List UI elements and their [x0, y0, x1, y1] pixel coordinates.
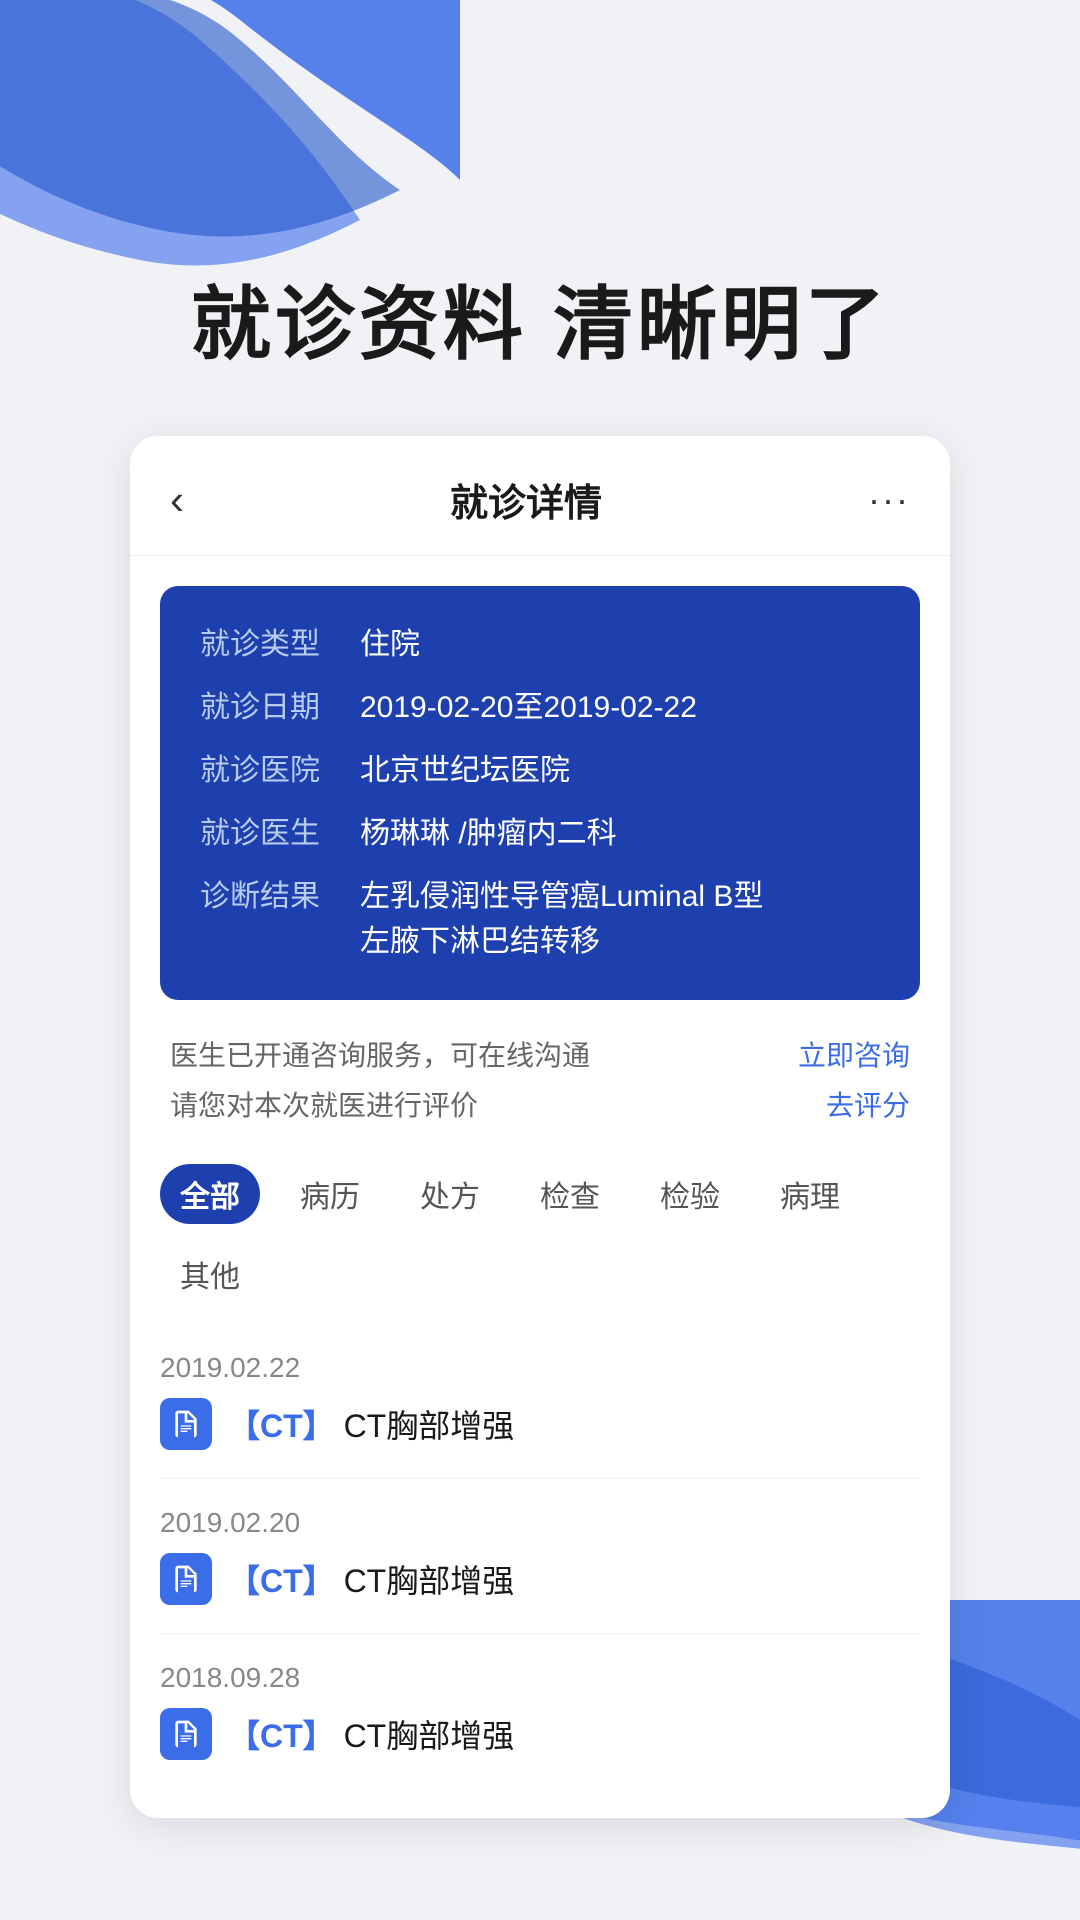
more-button[interactable]: ···: [868, 479, 910, 521]
document-icon: [160, 1553, 212, 1605]
info-label: 诊断结果: [200, 874, 360, 919]
record-text: 【CT】 CT胸部增强: [228, 1711, 514, 1757]
info-value: 杨琳琳 /肿瘤内二科: [360, 811, 880, 856]
page-content: 就诊资料 清晰明了 ‹ 就诊详情 ··· 就诊类型住院就诊日期2019-02-2…: [0, 0, 1080, 1818]
document-icon: [160, 1708, 212, 1760]
tab-其他[interactable]: 其他: [160, 1244, 260, 1304]
record-item[interactable]: 【CT】 CT胸部增强: [160, 1398, 920, 1450]
main-card: ‹ 就诊详情 ··· 就诊类型住院就诊日期2019-02-20至2019-02-…: [130, 436, 950, 1818]
records-list: 2019.02.22 【CT】 CT胸部增强2019.02.20 【CT】 CT…: [130, 1314, 950, 1798]
info-value: 北京世纪坛医院: [360, 748, 880, 793]
info-label: 就诊类型: [200, 622, 360, 667]
record-text: 【CT】 CT胸部增强: [228, 1556, 514, 1602]
tab-全部[interactable]: 全部: [160, 1164, 260, 1224]
info-value: 左乳侵润性导管癌Luminal B型 左腋下淋巴结转移: [360, 874, 880, 964]
info-row: 就诊医生杨琳琳 /肿瘤内二科: [200, 811, 880, 856]
info-row: 就诊日期2019-02-20至2019-02-22: [200, 685, 880, 730]
info-row: 就诊类型住院: [200, 622, 880, 667]
record-tag: 【CT】: [228, 1718, 335, 1754]
info-value: 2019-02-20至2019-02-22: [360, 685, 880, 730]
consult-row-2: 请您对本次就医进行评价 去评分: [170, 1084, 910, 1124]
tab-处方[interactable]: 处方: [400, 1164, 500, 1224]
record-date: 2019.02.22: [160, 1352, 920, 1384]
record-date: 2018.09.28: [160, 1662, 920, 1694]
info-label: 就诊日期: [200, 685, 360, 730]
record-tag: 【CT】: [228, 1408, 335, 1444]
tab-检查[interactable]: 检查: [520, 1164, 620, 1224]
consult-link-2[interactable]: 去评分: [826, 1084, 910, 1124]
consult-text-1: 医生已开通咨询服务，可在线沟通: [170, 1034, 590, 1074]
tab-病理[interactable]: 病理: [760, 1164, 860, 1224]
tab-检验[interactable]: 检验: [640, 1164, 740, 1224]
back-button[interactable]: ‹: [170, 479, 184, 521]
info-value: 住院: [360, 622, 880, 667]
info-row: 诊断结果左乳侵润性导管癌Luminal B型 左腋下淋巴结转移: [200, 874, 880, 964]
info-box: 就诊类型住院就诊日期2019-02-20至2019-02-22就诊医院北京世纪坛…: [160, 586, 920, 1000]
record-text: 【CT】 CT胸部增强: [228, 1401, 514, 1447]
record-item[interactable]: 【CT】 CT胸部增强: [160, 1553, 920, 1605]
info-label: 就诊医院: [200, 748, 360, 793]
document-icon: [160, 1398, 212, 1450]
card-title: 就诊详情: [450, 472, 602, 527]
info-label: 就诊医生: [200, 811, 360, 856]
record-group: 2019.02.20 【CT】 CT胸部增强: [160, 1479, 920, 1634]
consult-section: 医生已开通咨询服务，可在线沟通 立即咨询 请您对本次就医进行评价 去评分: [160, 1024, 920, 1144]
record-tag: 【CT】: [228, 1563, 335, 1599]
consult-row-1: 医生已开通咨询服务，可在线沟通 立即咨询: [170, 1034, 910, 1074]
consult-text-2: 请您对本次就医进行评价: [170, 1084, 478, 1124]
record-group: 2019.02.22 【CT】 CT胸部增强: [160, 1324, 920, 1479]
tab-病历[interactable]: 病历: [280, 1164, 380, 1224]
record-item[interactable]: 【CT】 CT胸部增强: [160, 1708, 920, 1760]
info-row: 就诊医院北京世纪坛医院: [200, 748, 880, 793]
record-date: 2019.02.20: [160, 1507, 920, 1539]
consult-link-1[interactable]: 立即咨询: [798, 1034, 910, 1074]
hero-title: 就诊资料 清晰明了: [191, 260, 889, 376]
record-group: 2018.09.28 【CT】 CT胸部增强: [160, 1634, 920, 1788]
filter-tabs: 全部病历处方检查检验病理其他: [130, 1144, 950, 1314]
card-header: ‹ 就诊详情 ···: [130, 436, 950, 556]
